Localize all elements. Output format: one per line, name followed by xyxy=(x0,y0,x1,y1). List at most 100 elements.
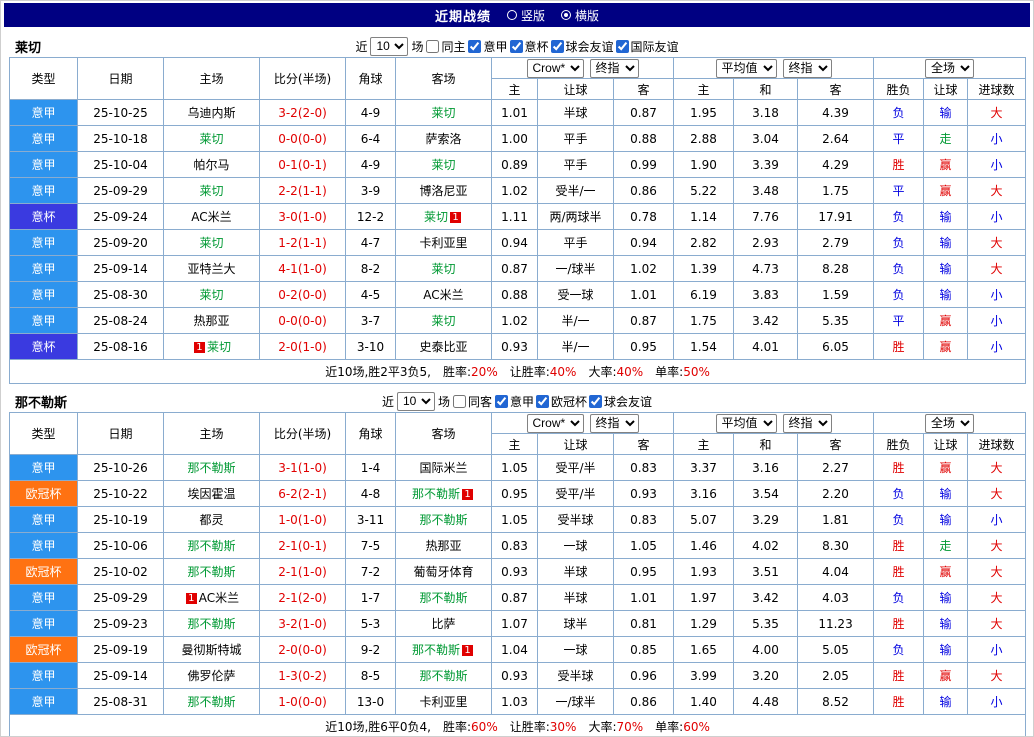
team-name: 那不勒斯 xyxy=(187,617,236,631)
summary-stat-label: 单率: xyxy=(655,365,684,379)
handicap-line-cell: 球半 xyxy=(537,610,614,637)
league-checkbox[interactable] xyxy=(589,394,603,408)
scope-select[interactable]: 全场 xyxy=(925,58,975,78)
euro-draw-odds-cell: 4.02 xyxy=(733,532,799,559)
home-team-cell: 莱切 xyxy=(163,229,260,256)
euro-final-odds-select[interactable]: 终指 xyxy=(782,413,832,433)
summary-stat-label: 单率: xyxy=(655,720,684,734)
league-filter[interactable]: 球会友谊 xyxy=(550,38,614,55)
asian-final-odds-select[interactable]: 终指 xyxy=(589,58,639,78)
euro-away-odds-cell: 8.52 xyxy=(797,688,875,715)
match-row: 意甲 25-09-29 莱切 2-2(1-1) 3-9 博洛尼亚 1.02 受半/一 0.86 5… xyxy=(9,177,1027,204)
average-odds-select[interactable]: 平均值 xyxy=(715,58,777,78)
away-team-cell: 史泰比亚 xyxy=(395,333,492,360)
team-name: 莱切 xyxy=(199,132,224,146)
same-venue-checkbox[interactable] xyxy=(426,39,440,53)
league-checkbox[interactable] xyxy=(495,394,508,408)
col-eu-home: 主 xyxy=(673,78,735,100)
league-filter[interactable]: 球会友谊 xyxy=(589,393,652,410)
date-cell: 25-08-24 xyxy=(77,307,164,334)
date-cell: 25-10-26 xyxy=(77,454,164,481)
league-filter-label: 球会友谊 xyxy=(604,394,653,409)
league-checkbox[interactable] xyxy=(615,39,629,53)
summary-row: 近10场,胜2平3负5, 胜率:20% 让胜率:40% 大率:40% 单率:50% xyxy=(8,359,1027,384)
bookmaker-select[interactable]: Crow* xyxy=(526,58,584,78)
same-venue-label: 同主 xyxy=(441,39,466,54)
bookmaker-select[interactable]: Crow* xyxy=(526,413,584,433)
euro-final-odds-select[interactable]: 终指 xyxy=(782,58,832,78)
league-checkbox[interactable] xyxy=(468,39,482,53)
corners-cell: 4-8 xyxy=(345,480,396,507)
result-handicap-cell: 输 xyxy=(923,506,969,533)
euro-away-odds-cell: 2.64 xyxy=(797,125,875,152)
away-team-cell: 热那亚 xyxy=(395,532,492,559)
team-name: 帕尔马 xyxy=(193,158,230,172)
result-wdl-cell: 胜 xyxy=(873,333,925,360)
away-team-cell: 那不勒斯 1 xyxy=(395,480,492,507)
league-filter[interactable]: 欧冠杯 xyxy=(536,393,587,410)
asian-away-odds-cell: 0.87 xyxy=(612,99,675,126)
col-ah-away: 客 xyxy=(612,433,675,455)
date-cell: 25-09-23 xyxy=(77,610,164,637)
result-goals-cell: 大 xyxy=(967,662,1027,689)
euro-draw-odds-cell: 2.93 xyxy=(733,229,799,256)
summary-stat: 单率:60% xyxy=(655,720,710,734)
euro-away-odds-cell: 4.39 xyxy=(797,99,875,126)
summary-stat: 胜率:60% xyxy=(443,720,498,734)
team-name: 那不勒斯 xyxy=(187,461,236,475)
date-cell: 25-10-18 xyxy=(77,125,164,152)
red-card-badge: 1 xyxy=(462,489,473,500)
date-cell: 25-08-31 xyxy=(77,688,164,715)
asian-final-odds-select[interactable]: 终指 xyxy=(589,413,639,433)
result-goals-cell: 大 xyxy=(967,454,1027,481)
match-row: 意甲 25-09-23 那不勒斯 3-2(1-0) 5-3 比萨 1.07 球半 0.81 1.2… xyxy=(9,610,1027,637)
euro-away-odds-cell: 4.29 xyxy=(797,151,875,178)
team-name: 莱切 xyxy=(199,236,224,250)
away-team-cell: 那不勒斯 1 xyxy=(395,636,492,663)
euro-draw-odds-cell: 3.39 xyxy=(733,151,799,178)
team-header-0: 莱切 近 10 场 同主 意甲 意杯 球会友谊 国际友谊 xyxy=(9,35,1025,57)
corners-cell: 8-2 xyxy=(345,255,396,282)
league-filter[interactable]: 国际友谊 xyxy=(615,38,679,55)
league-filter[interactable]: 意杯 xyxy=(509,38,549,55)
average-odds-select[interactable]: 平均值 xyxy=(715,413,777,433)
result-wdl-cell: 胜 xyxy=(873,610,925,637)
result-goals-cell: 大 xyxy=(967,532,1027,559)
asian-away-odds-cell: 0.81 xyxy=(612,610,675,637)
result-goals-cell: 大 xyxy=(967,558,1027,585)
same-venue-filter[interactable]: 同客 xyxy=(452,393,492,410)
team-name: 那不勒斯 xyxy=(187,565,236,579)
league-filter[interactable]: 意甲 xyxy=(468,38,508,55)
date-cell: 25-10-04 xyxy=(77,151,164,178)
league-checkbox[interactable] xyxy=(509,39,523,53)
date-cell: 25-10-02 xyxy=(77,558,164,585)
league-checkbox[interactable] xyxy=(536,394,550,408)
euro-home-odds-cell: 1.54 xyxy=(673,333,735,360)
score-cell: 2-0(1-0) xyxy=(259,333,346,360)
asian-away-odds-cell: 0.78 xyxy=(612,203,675,230)
result-handicap-cell: 赢 xyxy=(923,454,969,481)
euro-home-odds-cell: 1.75 xyxy=(673,307,735,334)
match-count-select[interactable]: 10 xyxy=(370,36,409,56)
radio-horizontal-layout[interactable]: 横版 xyxy=(561,7,599,24)
match-count-select[interactable]: 10 xyxy=(396,391,435,411)
team-name: 莱切 xyxy=(431,106,456,120)
radio-icon xyxy=(506,10,517,20)
same-venue-checkbox[interactable] xyxy=(452,394,466,408)
handicap-line-cell: 一球 xyxy=(537,532,614,559)
scope-select[interactable]: 全场 xyxy=(925,413,975,433)
team-name: 史泰比亚 xyxy=(419,340,468,354)
summary-stat-label: 胜率: xyxy=(443,365,472,379)
league-checkbox[interactable] xyxy=(550,39,564,53)
radio-vertical-layout[interactable]: 竖版 xyxy=(506,7,545,24)
same-venue-filter[interactable]: 同主 xyxy=(426,38,465,55)
away-team-cell: 莱切 xyxy=(395,99,492,126)
corners-cell: 12-2 xyxy=(345,203,396,230)
result-goals-cell: 大 xyxy=(967,480,1027,507)
league-filters: 意甲 欧冠杯 球会友谊 xyxy=(495,393,652,410)
league-filter[interactable]: 意甲 xyxy=(495,393,534,410)
filter-header-row: 类型 日期 主场 比分(半场) 角球 客场 Crow* 终指 平均值 终指 全场 xyxy=(9,57,1027,100)
euro-away-odds-cell: 1.59 xyxy=(797,281,875,308)
corners-cell: 4-9 xyxy=(345,99,396,126)
asian-away-odds-cell: 1.01 xyxy=(612,281,675,308)
